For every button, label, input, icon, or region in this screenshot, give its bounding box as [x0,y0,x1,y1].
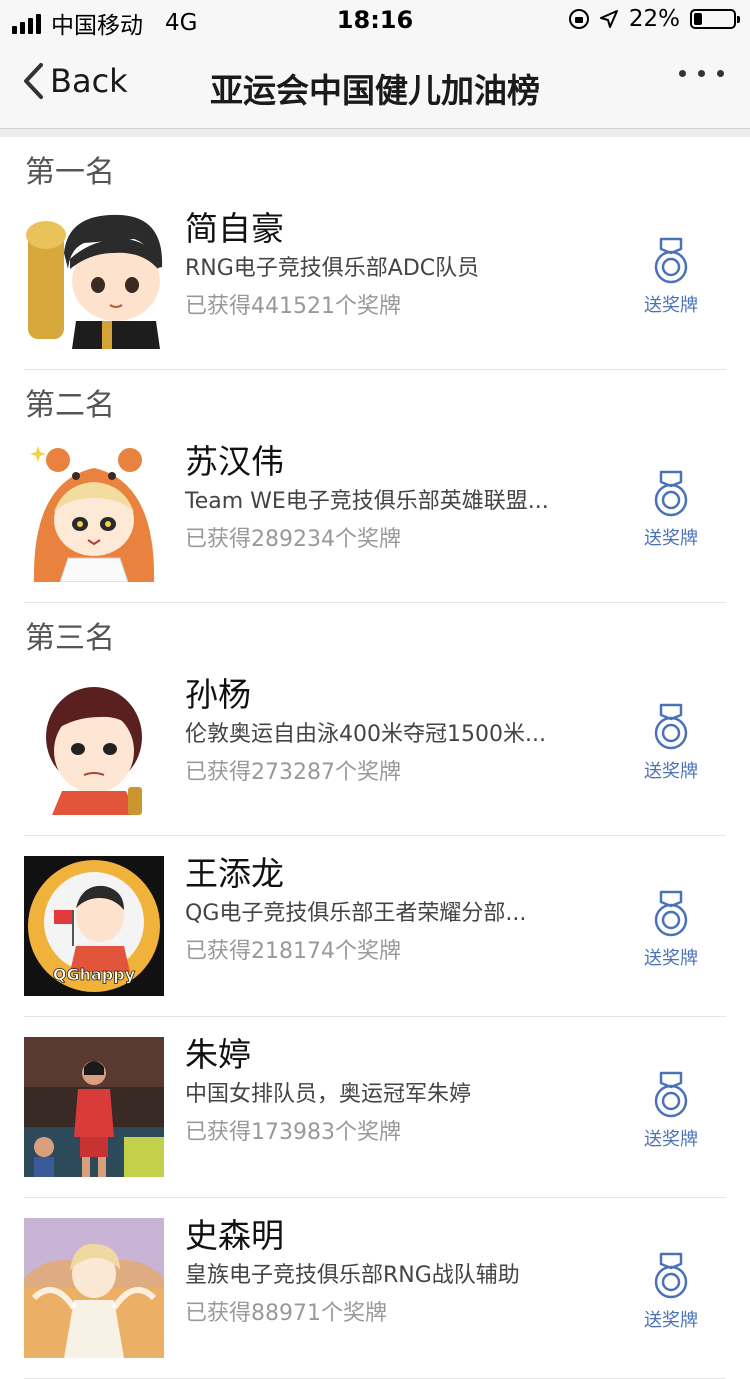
athlete-name: 史森明 [185,1216,284,1255]
send-medal-label: 送奖牌 [644,1129,698,1150]
item-info: 朱婷 中国女排队员，奥运冠军朱婷 已获得173983个奖牌 [185,1033,605,1153]
item-info: 史森明 皇族电子竞技俱乐部RNG战队辅助 已获得88971个奖牌 [185,1214,605,1334]
ranking-list: 第一名 简自豪 RNG电子竞技俱乐部ADC队员 已获得441521个奖牌 送奖牌… [0,137,750,1379]
athlete-desc: RNG电子竞技俱乐部ADC队员 [185,256,480,281]
medal-count: 已获得218174个奖牌 [185,939,401,964]
athlete-name: 王添龙 [185,854,284,893]
more-dot-icon [717,70,724,77]
send-medal-label: 送奖牌 [644,528,698,549]
more-button[interactable] [679,70,724,77]
send-medal-button[interactable]: 送奖牌 [636,470,706,550]
athlete-desc: 中国女排队员，奥运冠军朱婷 [185,1082,472,1107]
item-info: 苏汉伟 Team WE电子竞技俱乐部英雄联盟... 已获得289234个奖牌 [185,440,605,560]
list-item[interactable]: 朱婷 中国女排队员，奥运冠军朱婷 已获得173983个奖牌 送奖牌 [24,1017,726,1198]
send-medal-label: 送奖牌 [644,295,698,316]
send-medal-label: 送奖牌 [644,1310,698,1331]
item-info: 简自豪 RNG电子竞技俱乐部ADC队员 已获得441521个奖牌 [185,207,605,327]
athlete-desc: 皇族电子竞技俱乐部RNG战队辅助 [185,1263,520,1288]
medal-icon [654,1252,688,1299]
avatar: QGhappy [24,856,164,996]
avatar [24,675,164,815]
more-dot-icon [679,70,686,77]
rank-header: 第二名 [25,388,115,423]
rank-header: 第一名 [25,155,115,190]
rank-header: 第三名 [25,621,115,656]
status-bar: 中国移动 4G 18:16 22% [0,0,750,40]
send-medal-label: 送奖牌 [644,948,698,969]
medal-count: 已获得441521个奖牌 [185,294,401,319]
medal-count: 已获得173983个奖牌 [185,1120,401,1145]
send-medal-button[interactable]: 送奖牌 [636,890,706,970]
send-medal-label: 送奖牌 [644,761,698,782]
battery-fill [694,13,702,25]
avatar [24,1037,164,1177]
athlete-desc: 伦敦奥运自由泳400米夺冠1500米... [185,722,546,747]
list-item[interactable]: 孙杨 伦敦奥运自由泳400米夺冠1500米... 已获得273287个奖牌 送奖… [24,673,726,836]
medal-icon [654,470,688,517]
svg-text:QGhappy: QGhappy [53,965,136,984]
athlete-name: 孙杨 [185,675,251,714]
battery-percent: 22% [628,6,680,32]
athlete-name: 简自豪 [185,209,284,248]
more-dot-icon [698,70,705,77]
medal-count: 已获得273287个奖牌 [185,760,401,785]
medal-count: 已获得289234个奖牌 [185,527,401,552]
list-item[interactable]: 苏汉伟 Team WE电子竞技俱乐部英雄联盟... 已获得289234个奖牌 送… [24,440,726,603]
avatar [24,442,164,582]
battery-icon [690,9,740,29]
medal-icon [654,890,688,937]
avatar [24,209,164,349]
list-item[interactable]: QGhappy 王添龙 QG电子竞技俱乐部王者荣耀分部... 已获得218174… [24,836,726,1017]
send-medal-button[interactable]: 送奖牌 [636,237,706,317]
medal-icon [654,1071,688,1118]
send-medal-button[interactable]: 送奖牌 [636,1071,706,1151]
athlete-name: 朱婷 [185,1035,251,1074]
athlete-desc: Team WE电子竞技俱乐部英雄联盟... [185,489,549,514]
nav-divider [0,129,750,137]
medal-icon [654,703,688,750]
medal-count: 已获得88971个奖牌 [185,1301,387,1326]
list-item[interactable]: 史森明 皇族电子竞技俱乐部RNG战队辅助 已获得88971个奖牌 送奖牌 [24,1198,726,1379]
list-item[interactable]: 简自豪 RNG电子竞技俱乐部ADC队员 已获得441521个奖牌 送奖牌 [24,207,726,370]
status-right: 22% [568,6,740,32]
avatar [24,1218,164,1358]
nav-bar: Back 亚运会中国健儿加油榜 [0,40,750,129]
rotation-lock-icon [568,9,589,29]
location-arrow-icon [599,10,618,28]
send-medal-button[interactable]: 送奖牌 [636,703,706,783]
athlete-desc: QG电子竞技俱乐部王者荣耀分部... [185,901,527,926]
page-title: 亚运会中国健儿加油榜 [210,71,540,110]
send-medal-button[interactable]: 送奖牌 [636,1252,706,1332]
item-info: 孙杨 伦敦奥运自由泳400米夺冠1500米... 已获得273287个奖牌 [185,673,605,793]
medal-icon [654,237,688,284]
item-info: 王添龙 QG电子竞技俱乐部王者荣耀分部... 已获得218174个奖牌 [185,852,605,972]
athlete-name: 苏汉伟 [185,442,284,481]
